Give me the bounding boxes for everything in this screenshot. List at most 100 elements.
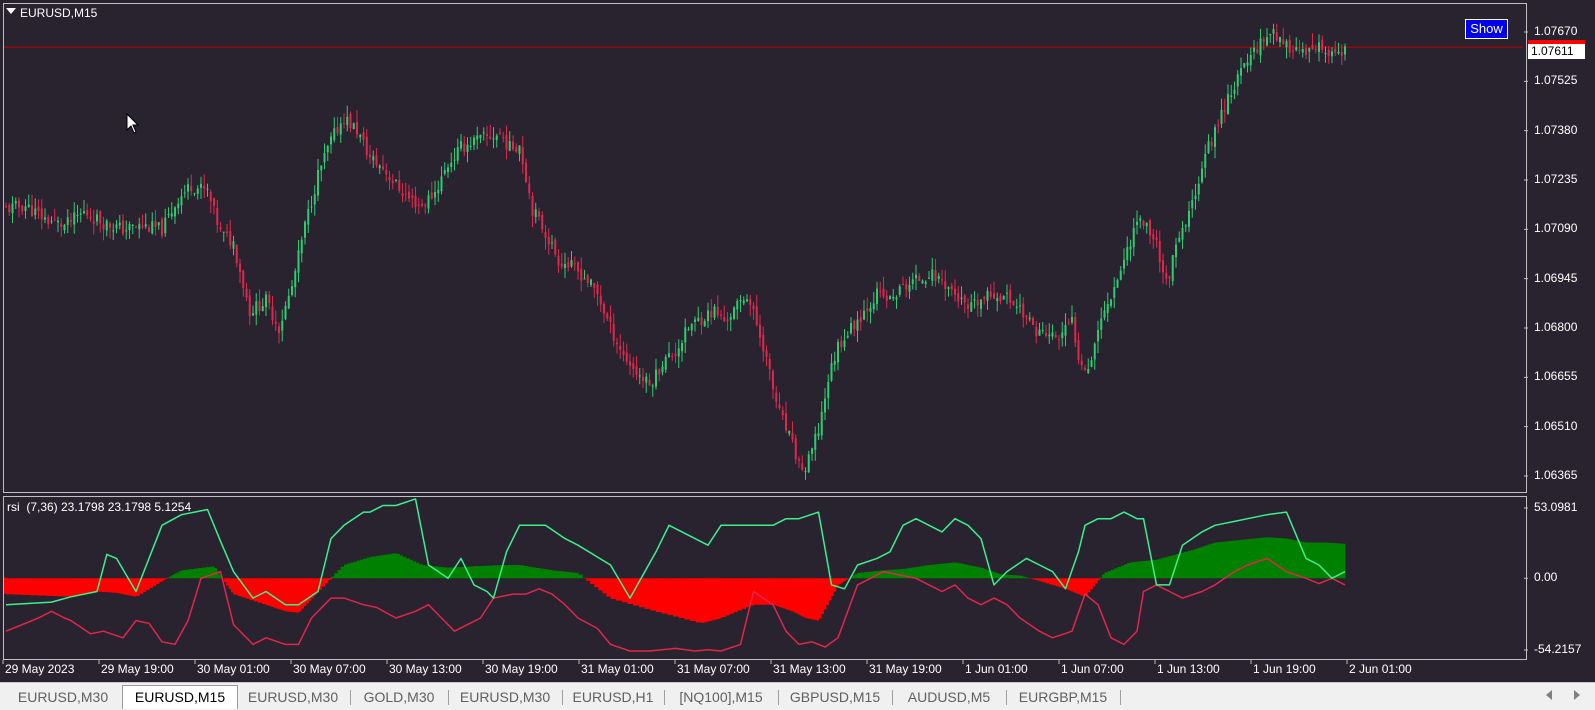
rsi-negative-bar [650,578,657,611]
time-tick-label: 1 Jun 07:00 [1061,662,1124,676]
price-tick-label: 1.06510 [1534,418,1578,433]
rsi-negative-bar [673,578,680,617]
tab-gold-m30[interactable]: GOLD,M30 [350,687,448,707]
rsi-positive-bar [474,566,482,579]
rsi-negative-bar [737,578,742,611]
rsi-negative-bar [62,578,72,597]
tab-eurusd-m30[interactable]: EURUSD,M30 [236,687,350,707]
time-tick-label: 30 May 19:00 [485,662,558,676]
rsi-negative-bar [6,578,15,595]
rsi-negative-bar [695,578,703,623]
arrow-cursor-icon [126,113,140,134]
tab-separator [1120,690,1121,705]
rsi-negative-bar [594,578,599,588]
time-tick-label: 31 May 07:00 [677,662,750,676]
current-price-label: 1.07611 [1528,44,1585,59]
rsi-positive-bar [454,567,462,579]
rsi-negative-bar [38,578,48,596]
rsi-positive-bar [543,569,549,579]
triangle-left-icon[interactable] [1546,690,1552,700]
time-tick-label: 29 May 19:00 [101,662,174,676]
chart-window[interactable]: EURUSD,M15 Show 1.07611 rsi (7,36) 23.17… [0,0,1595,682]
triangle-down-icon[interactable] [6,8,16,14]
chart-tab-bar: EURUSD,M30 EURUSD,M15 EURUSD,M30 GOLD,M30 EU… [0,682,1595,710]
show-button[interactable]: Show [1465,19,1508,39]
rsi-positive-bar [523,566,529,579]
time-tick-label: 31 May 13:00 [773,662,846,676]
rsi-histogram [4,537,1346,623]
rsi-negative-bar [678,578,686,619]
time-tick-label: 29 May 2023 [5,662,75,676]
rsi-negative-bar [46,578,56,596]
rsi-negative-bar [684,578,691,620]
rsi-positive-bar [487,565,495,579]
rsi-negative-bar [586,578,591,581]
rsi-negative-bar [721,578,726,618]
rsi-positive-bar [185,569,191,579]
rsi-positive-bar [531,567,537,579]
rsi-positive-bar [535,568,541,579]
rsi-negative-bar [667,578,674,616]
rsi-negative-bar [602,578,608,594]
tab-audusd-m5[interactable]: AUDUSD,M5 [892,687,1006,707]
indicator-tick-label: 53.0981 [1534,500,1578,514]
triangle-right-icon[interactable] [1574,690,1580,700]
tab-eurgbp-m15[interactable]: EURGBP,M15 [1006,687,1120,707]
rsi-negative-bar [644,578,651,609]
rsi-negative-bar [590,578,595,584]
rsi-positive-bar [539,568,545,579]
time-tick-label: 30 May 13:00 [389,662,462,676]
rsi-negative-bar [729,578,734,614]
rsi-positive-bar [480,565,488,579]
rsi-indicator-chart [2,498,1528,664]
tab-nq100-m15[interactable]: [NQ100],M15 [664,687,778,707]
rsi-negative-bar [656,578,663,613]
rsi-positive-bar [582,577,587,579]
rsi-positive-bar [547,569,553,579]
time-tick-label: 1 Jun 13:00 [1157,662,1220,676]
price-tick-label: 1.07380 [1534,122,1578,137]
time-tick-label: 31 May 19:00 [869,662,942,676]
rsi-negative-bar [233,578,239,595]
rsi-positive-bar [578,574,583,579]
rsi-negative-bar [741,578,746,609]
rsi-negative-bar [4,577,7,594]
rsi-positive-bar [189,569,195,579]
rsi-negative-bar [638,578,646,608]
rsi-positive-bar [519,565,525,579]
rsi-negative-bar [1097,578,1101,581]
price-tick-label: 1.06945 [1534,270,1578,285]
tab-eurusd-m30[interactable]: EURUSD,M30 [4,687,122,707]
tab-eurusd-m30[interactable]: EURUSD,M30 [448,687,562,707]
time-tick-label: 30 May 07:00 [293,662,366,676]
rsi-positive-bar [209,566,215,579]
rsi-negative-bar [610,578,617,599]
rsi-negative-bar [598,578,603,591]
price-tick-label: 1.07670 [1534,24,1578,38]
rsi-positive-bar [197,568,203,579]
rsi-negative-bar [14,578,23,595]
rsi-negative-bar [690,578,697,622]
price-tick-label: 1.06365 [1534,468,1578,482]
rsi-negative-bar [745,578,751,608]
rsi-negative-bar [661,578,668,614]
rsi-negative-bar [616,578,623,601]
rsi-negative-bar [606,578,612,597]
tab-gbpusd-m15[interactable]: GBPUSD,M15 [778,687,892,707]
rsi-negative-bar [22,578,31,595]
rsi-negative-bar [627,578,634,604]
time-tick-label: 1 Jun 01:00 [965,662,1028,676]
tab-eurusd-h1[interactable]: EURUSD,H1 [562,687,664,707]
rsi-negative-bar [257,578,263,603]
time-tick-label: 30 May 01:00 [197,662,270,676]
rsi-negative-bar [54,578,64,597]
rsi-positive-bar [193,568,199,579]
rsi-positive-bar [527,566,533,579]
price-tick-label: 1.07235 [1534,172,1578,186]
price-tick-label: 1.06655 [1534,369,1578,384]
tab-eurusd-m15[interactable]: EURUSD,M15 [122,685,238,709]
price-tick-label: 1.06800 [1534,320,1578,334]
indicator-tick-label: 0.00 [1534,570,1558,585]
price-tick-label: 1.07090 [1534,221,1578,236]
rsi-positive-bar [181,570,187,579]
